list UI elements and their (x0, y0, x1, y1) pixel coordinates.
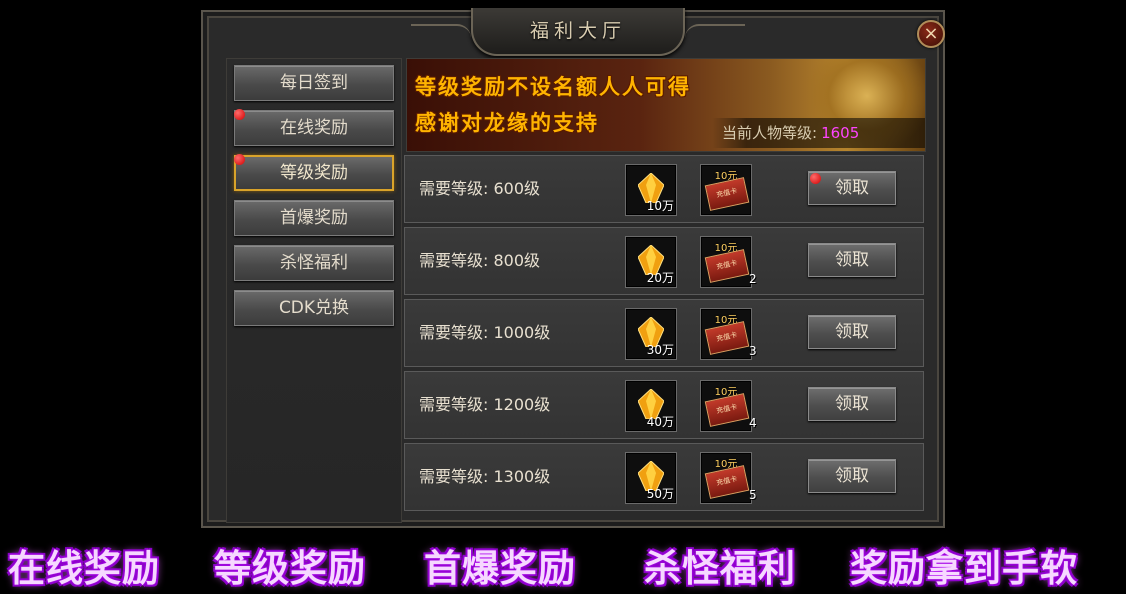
recharge-card-icon: 充值卡 (704, 321, 750, 355)
banner-headline: 等级奖励不设名额人人可得 (415, 75, 691, 99)
item-quantity: 20万 (646, 271, 674, 285)
item-quantity: 2 (749, 272, 757, 286)
item-quantity: 50万 (646, 487, 674, 501)
gold-ingot-slot[interactable]: 40万 (625, 380, 677, 432)
slogan-monster-kill-welfare: 杀怪福利 (644, 547, 796, 590)
tab-daily-signin[interactable]: 每日签到 (234, 65, 394, 101)
reward-row: 需要等级: 1000级 30万 10元 充值卡 3 领取 (404, 299, 924, 367)
recharge-card-slot[interactable]: 10元 充值卡 2 (700, 236, 757, 288)
tab-cdk-redeem[interactable]: CDK兑换 (234, 290, 394, 326)
tab-level-reward[interactable]: 等级奖励 (234, 155, 394, 191)
welfare-hall-window: 福利大厅 × 每日签到 在线奖励 等级奖励 首爆奖励 杀怪福利 CDK兑换 等级… (201, 8, 945, 528)
item-quantity: 3 (749, 344, 757, 358)
tab-monster-kill-welfare[interactable]: 杀怪福利 (234, 245, 394, 281)
recharge-card-icon: 充值卡 (704, 177, 750, 211)
slogan-online-reward: 在线奖励 (8, 547, 160, 590)
gold-ingot-slot[interactable]: 50万 (625, 452, 677, 504)
gold-ingot-slot[interactable]: 20万 (625, 236, 677, 288)
required-level-label: 需要等级: 800级 (419, 251, 541, 270)
reward-row: 需要等级: 600级 10万 10元 充值卡 领取 (404, 155, 924, 223)
recharge-card-slot[interactable]: 10元 充值卡 3 (700, 308, 757, 360)
claim-button[interactable]: 领取 (808, 387, 896, 421)
required-level-label: 需要等级: 600级 (419, 179, 541, 198)
slogan-level-reward: 等级奖励 (214, 547, 366, 590)
current-level-value: 1605 (821, 124, 860, 142)
notification-dot (810, 173, 821, 184)
window-title: 福利大厅 (529, 20, 626, 42)
reward-row: 需要等级: 1300级 50万 10元 充值卡 5 领取 (404, 443, 924, 511)
item-quantity: 5 (749, 488, 757, 502)
claim-button[interactable]: 领取 (808, 171, 896, 205)
current-level-info: 当前人物等级: 1605 (712, 118, 925, 148)
gold-ingot-slot[interactable]: 10万 (625, 164, 677, 216)
notification-dot (234, 154, 245, 165)
reward-row: 需要等级: 800级 20万 10元 充值卡 2 领取 (404, 227, 924, 295)
required-level-label: 需要等级: 1200级 (419, 395, 551, 414)
banner-subline: 感谢对龙缘的支持 (415, 111, 599, 135)
slogan-rewards-galore: 奖励拿到手软 (850, 547, 1078, 590)
notification-dot (234, 109, 245, 120)
claim-button[interactable]: 领取 (808, 315, 896, 349)
item-quantity: 10万 (646, 199, 674, 213)
recharge-card-icon: 充值卡 (704, 249, 750, 283)
title-plate: 福利大厅 (411, 8, 745, 56)
item-quantity: 40万 (646, 415, 674, 429)
item-quantity: 4 (749, 416, 757, 430)
tab-online-reward[interactable]: 在线奖励 (234, 110, 394, 146)
recharge-card-slot[interactable]: 10元 充值卡 5 (700, 452, 757, 504)
required-level-label: 需要等级: 1300级 (419, 467, 551, 486)
recharge-card-icon: 充值卡 (704, 393, 750, 427)
item-quantity: 30万 (646, 343, 674, 357)
required-level-label: 需要等级: 1000级 (419, 323, 551, 342)
close-icon: × (923, 23, 939, 44)
level-reward-banner: 等级奖励不设名额人人可得 感谢对龙缘的支持 当前人物等级: 1605 (406, 58, 926, 152)
slogan-first-drop-reward: 首爆奖励 (424, 547, 576, 590)
reward-row: 需要等级: 1200级 40万 10元 充值卡 4 领取 (404, 371, 924, 439)
recharge-card-icon: 充值卡 (704, 465, 750, 499)
recharge-card-slot[interactable]: 10元 充值卡 4 (700, 380, 757, 432)
current-level-label: 当前人物等级: (722, 124, 818, 142)
claim-button[interactable]: 领取 (808, 243, 896, 277)
recharge-card-slot[interactable]: 10元 充值卡 (700, 164, 752, 216)
tab-first-drop-reward[interactable]: 首爆奖励 (234, 200, 394, 236)
close-button[interactable]: × (917, 20, 945, 48)
tab-panel: 每日签到 在线奖励 等级奖励 首爆奖励 杀怪福利 CDK兑换 (226, 58, 402, 523)
gold-ingot-slot[interactable]: 30万 (625, 308, 677, 360)
claim-button[interactable]: 领取 (808, 459, 896, 493)
